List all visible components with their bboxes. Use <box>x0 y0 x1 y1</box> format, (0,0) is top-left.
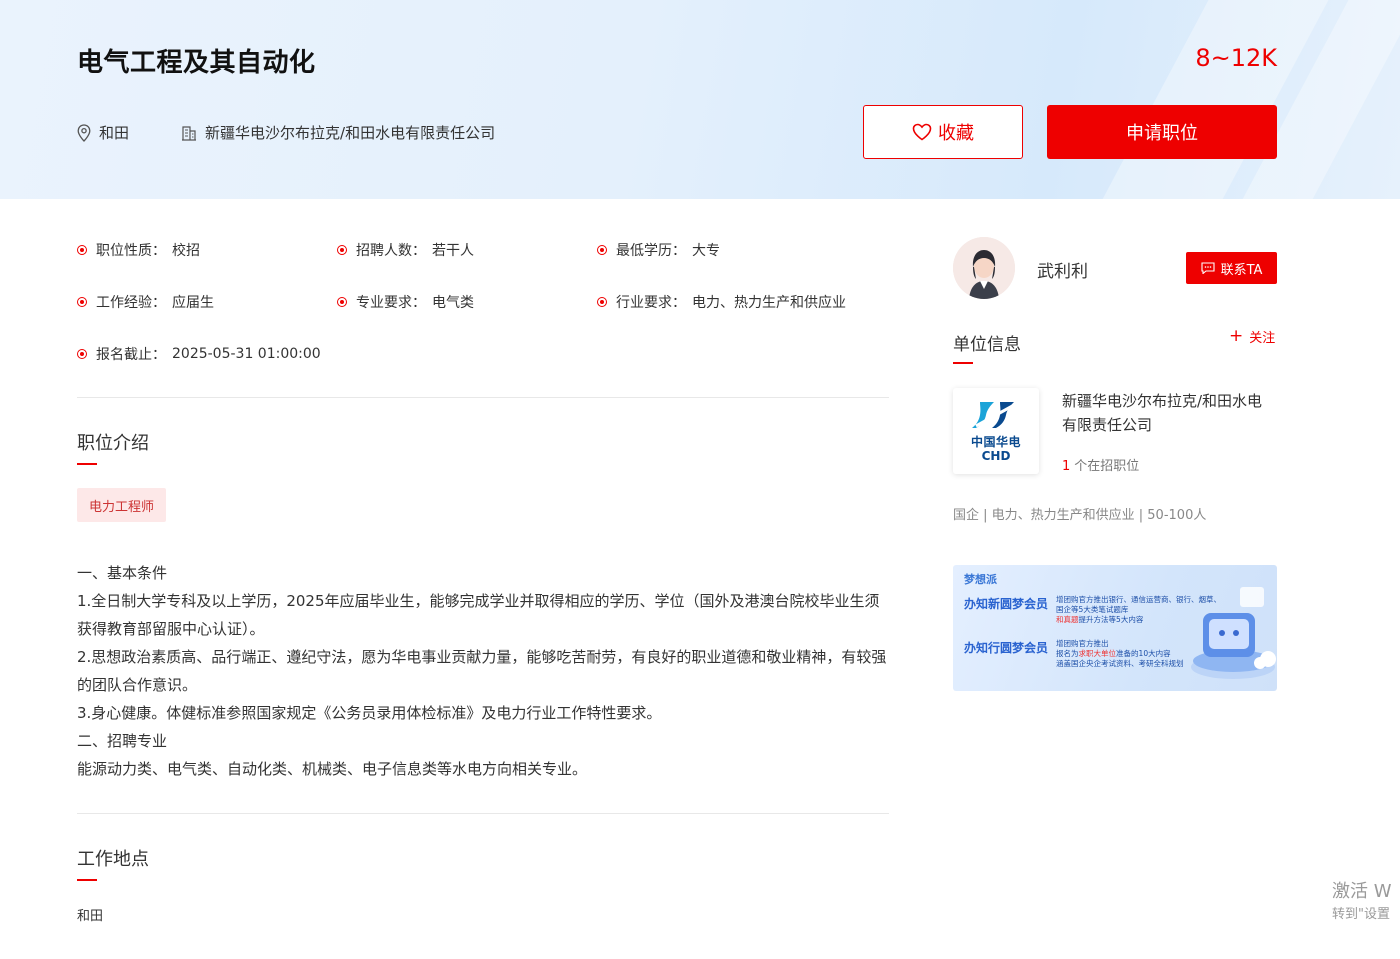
desc-line: 2.思想政治素质高、品行端正、遵纪守法，愿为华电事业贡献力量，能够吃苦耐劳，有良… <box>77 648 887 694</box>
contact-label: 联系TA <box>1220 262 1263 278</box>
job-company-label: 新疆华电沙尔布拉克/和田水电有限责任公司 <box>205 124 496 142</box>
work-location-value: 和田 <box>77 909 104 924</box>
activation-watermark-sub: 转到"设置 <box>1332 907 1390 922</box>
attr-experience: 工作经验： 应届生 <box>77 292 214 312</box>
chat-icon <box>1201 262 1215 274</box>
job-salary: 8~12K <box>1195 44 1277 72</box>
job-title: 电气工程及其自动化 <box>77 48 316 78</box>
job-company-link[interactable]: 新疆华电沙尔布拉克/和田水电有限责任公司 <box>181 122 495 143</box>
bullet-icon <box>337 297 347 307</box>
job-location: 和田 <box>77 122 129 143</box>
apply-button[interactable]: 申请职位 <box>1047 105 1277 159</box>
ad-banner[interactable]: 梦想派 办知新圆梦会员 增团购官方推出银行、通信运营商、银行、烟草、 国企等5大… <box>953 565 1277 691</box>
bullet-icon <box>337 245 347 255</box>
job-category-tag: 电力工程师 <box>77 488 167 522</box>
job-location-label: 和田 <box>99 124 130 142</box>
ad-row-2: 办知行圆梦会员 增团购官方推出 报名为求职大单位准备的10大内容 涵盖国企央企考… <box>964 639 1184 669</box>
attr-key: 行业要求： <box>616 295 686 311</box>
favorite-label: 收藏 <box>938 123 974 144</box>
desc-line: 一、基本条件 <box>77 564 168 582</box>
attr-education: 最低学历： 大专 <box>597 240 720 260</box>
follow-button[interactable]: + 关注 <box>1229 326 1276 347</box>
building-icon <box>182 125 197 141</box>
divider <box>77 813 889 814</box>
person-avatar-icon <box>953 237 1015 299</box>
attr-headcount: 招聘人数： 若干人 <box>337 240 474 260</box>
openings-number: 1 <box>1062 459 1071 474</box>
ad-row-1-title: 办知新圆梦会员 <box>964 597 1049 611</box>
openings-count[interactable]: 1 个在招职位 <box>1062 455 1139 474</box>
ad-row-2-title: 办知行圆梦会员 <box>964 641 1049 655</box>
attr-key: 工作经验： <box>96 295 166 311</box>
company-logo-en: CHD <box>981 449 1011 463</box>
job-meta: 和田 新疆华电沙尔布拉克/和田水电有限责任公司 <box>77 122 531 143</box>
job-description: 一、基本条件 1.全日制大学专科及以上学历，2025年应届毕业生，能够完成学业并… <box>77 559 889 783</box>
recruiter-name: 武利利 <box>1037 262 1088 282</box>
job-header-banner: 电气工程及其自动化 8~12K 和田 新疆华电沙尔布拉克/和田水电有限责任公司 … <box>0 0 1400 199</box>
location-pin-icon <box>77 123 91 142</box>
ad-row-2-text: 增团购官方推出 报名为求职大单位准备的10大内容 涵盖国企央企考试资料、考研全科… <box>1056 639 1184 668</box>
company-logo-cn: 中国华电 <box>970 435 1021 449</box>
attr-value: 电气类 <box>432 295 474 311</box>
chd-logo-icon <box>972 402 1017 428</box>
attr-value: 大专 <box>692 243 720 259</box>
bullet-icon <box>77 297 87 307</box>
contact-button[interactable]: 联系TA <box>1186 252 1277 284</box>
desc-line: 3.身心健康。体健标准参照国家规定《公务员录用体检标准》及电力行业工作特性要求。 <box>77 704 662 722</box>
attr-key: 报名截止： <box>96 347 166 363</box>
company-tags: 国企 | 电力、热力生产和供应业 | 50-100人 <box>953 508 1207 523</box>
plus-icon: + <box>1229 326 1244 346</box>
openings-label: 个在招职位 <box>1074 459 1140 474</box>
divider <box>77 397 889 398</box>
desc-line: 二、招聘专业 <box>77 732 168 750</box>
activation-watermark: 激活 W <box>1332 881 1392 902</box>
attr-major: 专业要求： 电气类 <box>337 292 474 312</box>
follow-label: 关注 <box>1249 331 1276 346</box>
favorite-button[interactable]: 收藏 <box>863 105 1023 159</box>
attr-value: 应届生 <box>172 295 214 311</box>
attr-value: 校招 <box>172 243 200 259</box>
work-location-title: 工作地点 <box>77 845 149 881</box>
attr-nature: 职位性质： 校招 <box>77 240 200 260</box>
ad-brand: 梦想派 <box>964 573 997 586</box>
attr-value: 2025-05-31 01:00:00 <box>172 346 321 362</box>
desc-line: 1.全日制大学专科及以上学历，2025年应届毕业生，能够完成学业并取得相应的学历… <box>77 592 880 638</box>
heart-icon <box>912 123 932 141</box>
bullet-icon <box>77 245 87 255</box>
attr-value: 电力、热力生产和供应业 <box>692 295 846 311</box>
attr-key: 最低学历： <box>616 243 686 259</box>
ad-illustration-icon <box>1191 587 1276 679</box>
attr-key: 招聘人数： <box>356 243 426 259</box>
recruiter-avatar <box>953 237 1015 299</box>
attr-value: 若干人 <box>432 243 474 259</box>
intro-title: 职位介绍 <box>77 429 149 465</box>
desc-line: 能源动力类、电气类、自动化类、机械类、电子信息类等水电方向相关专业。 <box>77 760 588 778</box>
attr-key: 专业要求： <box>356 295 426 311</box>
attr-deadline: 报名截止： 2025-05-31 01:00:00 <box>77 344 321 364</box>
unit-info-title: 单位信息 <box>953 330 1021 364</box>
attr-industry: 行业要求： 电力、热力生产和供应业 <box>597 292 846 312</box>
bullet-icon <box>597 297 607 307</box>
attr-key: 职位性质： <box>96 243 166 259</box>
company-name[interactable]: 新疆华电沙尔布拉克/和田水电有限责任公司 <box>1062 389 1277 437</box>
bullet-icon <box>77 349 87 359</box>
bullet-icon <box>597 245 607 255</box>
company-logo[interactable]: 中国华电 CHD <box>953 388 1039 474</box>
